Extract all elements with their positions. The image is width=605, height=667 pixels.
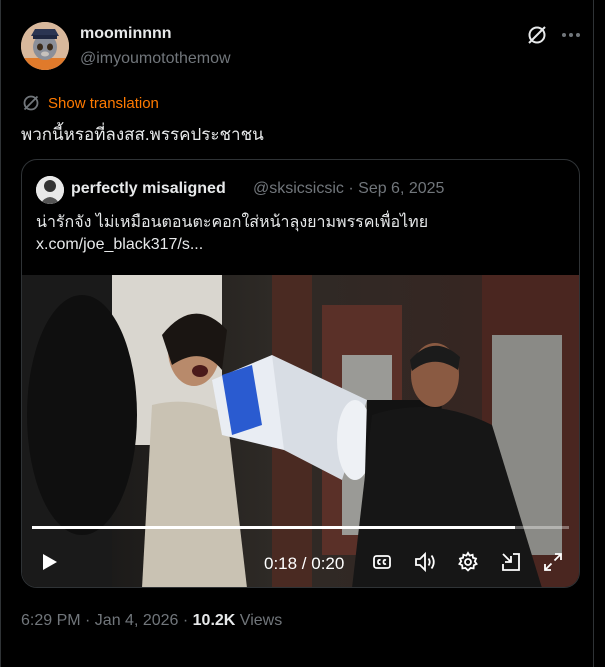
quoted-display-name: perfectly misaligned xyxy=(71,180,226,197)
volume-icon[interactable] xyxy=(413,551,437,573)
video-time: 0:18 / 0:20 xyxy=(264,554,345,573)
tweet-timestamp[interactable]: 6:29 PM · Jan 4, 2026 · xyxy=(21,612,193,629)
views-count: 10.2K xyxy=(192,612,236,629)
quoted-tweet[interactable]: perfectly misaligned @sksicsicsic · Sep … xyxy=(21,159,580,588)
progress-bar[interactable] xyxy=(32,526,569,529)
fullscreen-icon[interactable] xyxy=(542,551,564,573)
quoted-avatar xyxy=(36,176,64,204)
views-label: Views xyxy=(235,612,283,629)
show-translation-label: Show translation xyxy=(48,94,159,112)
grok-icon[interactable] xyxy=(526,24,548,46)
meta-separator: · xyxy=(348,180,359,197)
quoted-text: น่ารักจัง ไม่เหมือนตอนตะคอกใส่หน้าลุงยาม… xyxy=(36,214,429,231)
more-icon[interactable] xyxy=(560,24,582,46)
handle[interactable]: @imyoumotothemow xyxy=(80,50,231,68)
quoted-link[interactable]: x.com/joe_black317/s... xyxy=(36,236,203,254)
quoted-date: Sep 6, 2025 xyxy=(358,180,445,197)
tweet-text: พวกนี้หรอที่ลงสส.พรรคประชาชน xyxy=(21,125,264,144)
play-icon[interactable] xyxy=(38,551,60,573)
video-frame xyxy=(22,275,579,587)
video-player[interactable]: 0:18 / 0:20 xyxy=(22,275,579,587)
show-translation-button[interactable]: Show translation xyxy=(22,93,159,113)
pip-icon[interactable] xyxy=(500,551,522,573)
translate-icon xyxy=(23,95,39,111)
column-border-right xyxy=(593,0,594,667)
progress-fill xyxy=(32,526,516,529)
quoted-handle: @sksicsicsic xyxy=(253,180,344,197)
settings-icon[interactable] xyxy=(457,551,479,573)
avatar[interactable] xyxy=(21,22,69,70)
display-name[interactable]: moominnnn xyxy=(80,25,172,43)
column-border-left xyxy=(0,0,1,667)
quoted-meta: @sksicsicsic · Sep 6, 2025 xyxy=(253,180,444,198)
captions-icon[interactable] xyxy=(372,552,392,572)
tweet-footer: 6:29 PM · Jan 4, 2026 · 10.2K Views xyxy=(21,612,282,630)
